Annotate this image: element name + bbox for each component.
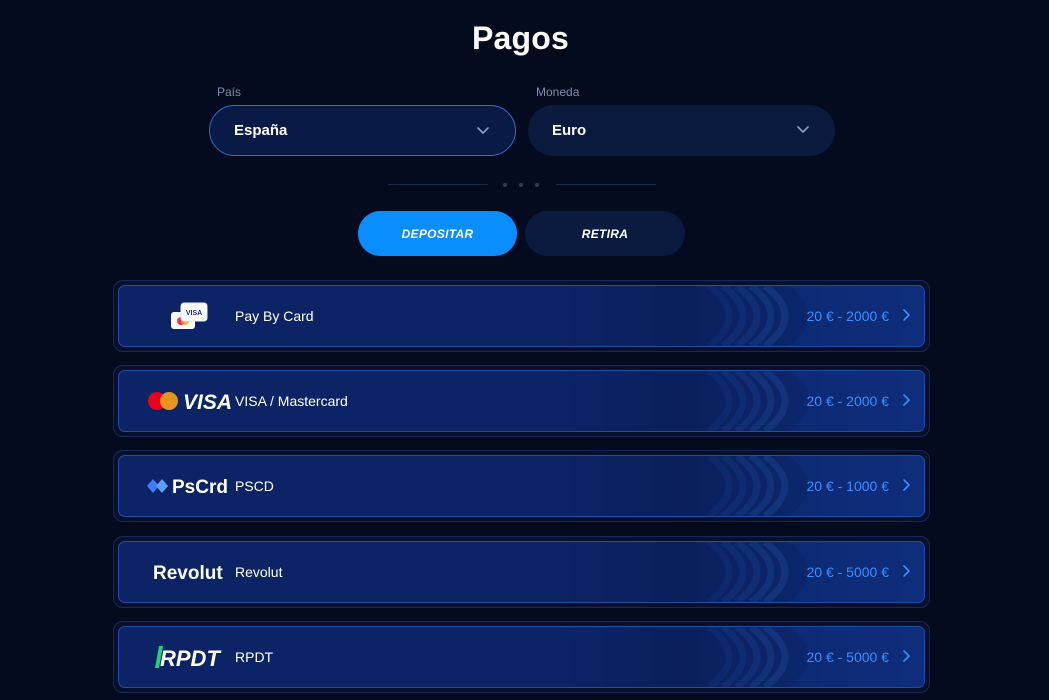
tab-withdraw[interactable]: RETIRA xyxy=(525,211,685,256)
payment-method-logo: VISA xyxy=(134,281,244,351)
divider-dot xyxy=(519,183,523,187)
payment-method-logo: VISA xyxy=(134,366,244,436)
payment-method-range: 20 € - 5000 € xyxy=(806,564,889,580)
revolut-logo: Revolut xyxy=(153,563,223,584)
rpdt-logo: RPDT xyxy=(155,646,221,671)
currency-value: Euro xyxy=(552,122,587,139)
payment-method-name: Revolut xyxy=(235,564,283,580)
divider-left xyxy=(388,184,488,185)
payment-method-range: 20 € - 2000 € xyxy=(806,308,889,324)
page-title: Pagos xyxy=(471,20,570,56)
payment-method-range: 20 € - 1000 € xyxy=(806,478,889,494)
country-value: España xyxy=(234,122,288,139)
divider-dot xyxy=(503,183,507,187)
tab-deposit[interactable]: DEPOSITAR xyxy=(358,211,517,256)
payment-method-name: VISA / Mastercard xyxy=(235,393,348,409)
chevron-right-icon xyxy=(903,565,910,577)
divider-right xyxy=(556,184,656,185)
payment-method-name: Pay By Card xyxy=(235,308,314,324)
payment-method-range: 20 € - 2000 € xyxy=(806,393,889,409)
chevron-down-icon xyxy=(797,126,809,133)
payment-method-row[interactable]: PsCrd PSCD 20 € - 1000 € xyxy=(113,450,930,522)
chevron-down-icon xyxy=(477,127,489,134)
svg-text:VISA: VISA xyxy=(183,391,231,413)
country-label: País xyxy=(217,85,242,99)
payment-method-logo: RPDT xyxy=(134,622,244,692)
payment-method-name: PSCD xyxy=(235,478,274,494)
svg-text:PsCrd: PsCrd xyxy=(172,477,228,498)
chevron-right-icon xyxy=(903,479,910,491)
chevron-right-icon xyxy=(903,394,910,406)
chevron-right-icon xyxy=(903,650,910,662)
mastercard-visa-logo: VISA xyxy=(148,391,231,413)
country-select[interactable]: España xyxy=(209,105,516,156)
payment-method-logo: Revolut xyxy=(134,537,244,607)
svg-text:Revolut: Revolut xyxy=(153,563,223,584)
payment-method-row[interactable]: VISA Pay By Card 20 € - 2000 € xyxy=(113,280,930,352)
currency-label: Moneda xyxy=(536,85,580,99)
chevron-right-icon xyxy=(903,309,910,321)
payment-method-range: 20 € - 5000 € xyxy=(806,649,889,665)
currency-select[interactable]: Euro xyxy=(528,105,835,156)
payment-method-row[interactable]: Revolut Revolut 20 € - 5000 € xyxy=(113,536,930,608)
svg-text:VISA: VISA xyxy=(186,310,202,317)
card-stack-icon: VISA xyxy=(171,302,208,329)
svg-text:RPDT: RPDT xyxy=(160,646,221,671)
divider-dot xyxy=(535,183,539,187)
payment-method-logo: PsCrd xyxy=(134,451,244,521)
payment-method-name: RPDT xyxy=(235,649,274,665)
payment-method-row[interactable]: RPDT RPDT 20 € - 5000 € xyxy=(113,621,930,693)
payment-method-row[interactable]: VISA VISA / Mastercard 20 € - 2000 € xyxy=(113,365,930,437)
pscrd-logo: PsCrd xyxy=(147,477,228,498)
